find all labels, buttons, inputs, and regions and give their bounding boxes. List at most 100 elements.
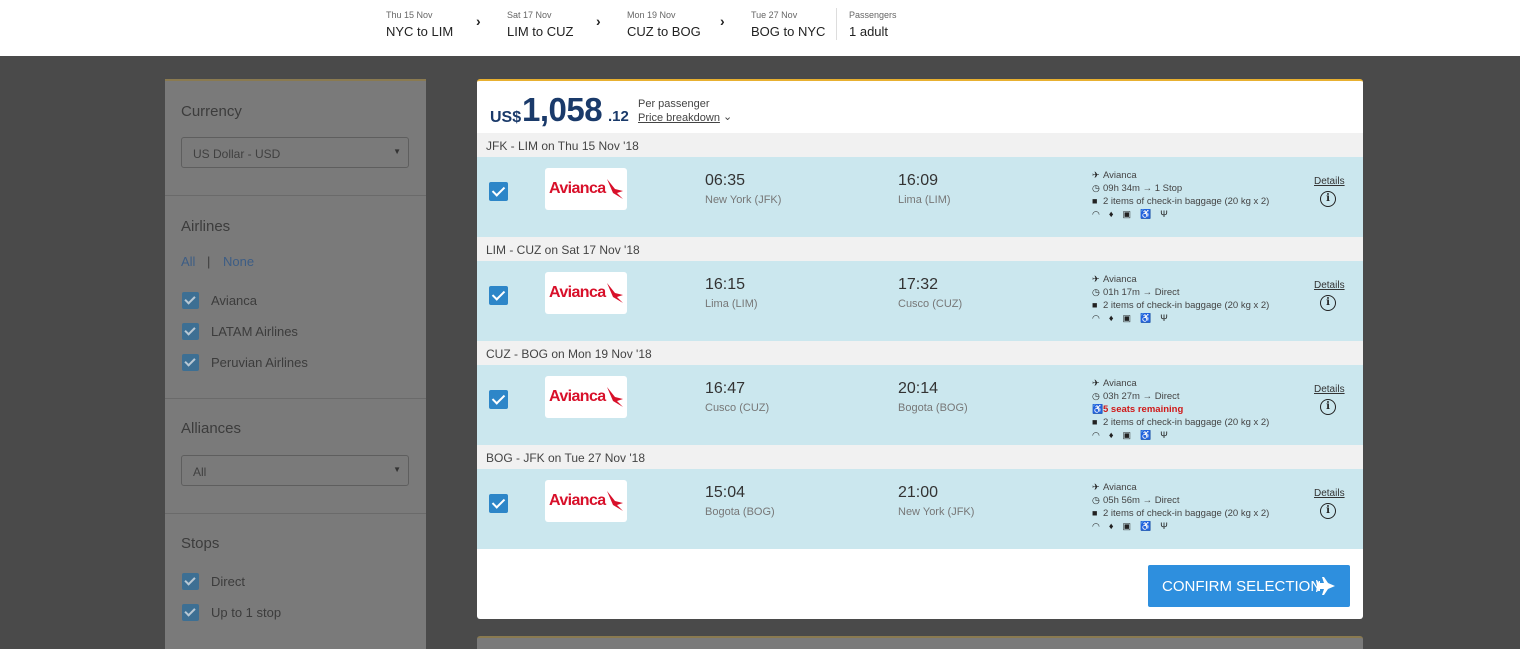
header-passengers[interactable]: Passengers 1 adult [849, 10, 897, 39]
header-leg-4[interactable]: Tue 27 Nov BOG to NYC [751, 10, 825, 39]
amenities: ◠ ♦ ▣ ♿ Ψ [1092, 429, 1269, 442]
checkbox-label: Up to 1 stop [211, 605, 282, 620]
header-leg-1[interactable]: Thu 15 Nov NYC to LIM [386, 10, 453, 39]
price-breakdown-link[interactable]: Price breakdown [638, 112, 720, 124]
details-link[interactable]: Details [1314, 488, 1345, 499]
seat-recline-icon: ♿ [1139, 209, 1152, 219]
header-leg-3[interactable]: Mon 19 Nov CUZ to BOG [627, 10, 701, 39]
plane-icon: ✈ [1092, 274, 1100, 284]
chevron-down-icon[interactable]: ⌄ [723, 110, 732, 123]
power-icon: ♦ [1108, 209, 1114, 219]
leg-heading: LIM - CUZ on Sat 17 Nov '18 [477, 237, 1363, 261]
header-leg-2[interactable]: Sat 17 Nov LIM to CUZ [507, 10, 573, 39]
info-icon[interactable]: i [1320, 399, 1336, 415]
checkbox-label: Avianca [211, 293, 258, 308]
chevron-right-icon: › [476, 13, 481, 29]
leg-heading: BOG - JFK on Tue 27 Nov '18 [477, 445, 1363, 469]
amenities: ◠ ♦ ▣ ♿ Ψ [1092, 520, 1269, 533]
checkbox-checked-icon[interactable] [182, 292, 199, 309]
currency-select[interactable]: US Dollar - USD ▼ [181, 137, 409, 168]
meal-icon: Ψ [1160, 430, 1168, 440]
airline-logo-text: Avianca [549, 492, 606, 509]
arrival-time: 16:09 [898, 172, 939, 189]
header-leg-route: NYC to LIM [386, 24, 454, 39]
info-icon[interactable]: i [1320, 295, 1336, 311]
price-cents: .12 [608, 108, 629, 125]
seat-recline-icon: ♿ [1139, 430, 1152, 440]
airlines-all-link[interactable]: All [181, 254, 195, 269]
arrival-place: Bogota (BOG) [898, 402, 968, 414]
baggage-icon: ■ [1092, 196, 1098, 206]
leg-info: ✈ Avianca ◷ 03h 27m → Direct ♿ 5 seats rema… [1092, 377, 1269, 442]
header-leg-route: BOG to NYC [751, 24, 826, 39]
baggage-info: 2 items of check-in baggage (20 kg x 2) [1103, 196, 1270, 207]
details-link[interactable]: Details [1314, 280, 1345, 291]
duration: 03h 27m → Direct [1103, 391, 1180, 402]
trip-header: Thu 15 Nov NYC to LIM › Sat 17 Nov LIM t… [0, 0, 1520, 56]
alliances-select-value: All [193, 465, 207, 479]
leg-select-checkbox[interactable] [489, 494, 508, 513]
checkbox-checked-icon[interactable] [182, 573, 199, 590]
airline-logo: Avianca [545, 480, 627, 522]
info-icon[interactable]: i [1320, 191, 1336, 207]
filter-sidebar: Currency US Dollar - USD ▼ Airlines All … [165, 79, 426, 649]
arrival-place: Lima (LIM) [898, 194, 951, 206]
confirm-selection-button[interactable]: CONFIRM SELECTION [1148, 565, 1350, 607]
airline-logo-text: Avianca [549, 388, 606, 405]
checkbox-checked-icon[interactable] [182, 604, 199, 621]
baggage-icon: ■ [1092, 508, 1098, 518]
details-link[interactable]: Details [1314, 384, 1345, 395]
details-link[interactable]: Details [1314, 176, 1345, 187]
leg-row[interactable]: Avianca 06:35 New York (JFK) 16:09 Lima … [477, 157, 1363, 237]
divider [165, 513, 426, 514]
passengers-label: Passengers [849, 10, 897, 20]
divider [165, 398, 426, 399]
chevron-right-icon: › [720, 13, 725, 29]
clock-icon: ◷ [1092, 391, 1100, 401]
leg-select-checkbox[interactable] [489, 286, 508, 305]
arrival-place: New York (JFK) [898, 506, 975, 518]
duration: 01h 17m → Direct [1103, 287, 1180, 298]
airlines-none-link[interactable]: None [223, 254, 254, 269]
checkbox-label: LATAM Airlines [211, 324, 298, 339]
leg-row[interactable]: Avianca 16:15 Lima (LIM) 17:32 Cusco (CU… [477, 261, 1363, 341]
leg-heading: CUZ - BOG on Mon 19 Nov '18 [477, 341, 1363, 365]
screen-icon: ▣ [1122, 313, 1131, 323]
carrier-name: Avianca [1103, 378, 1137, 389]
passengers-value: 1 adult [849, 24, 889, 39]
seats-remaining: 5 seats remaining [1103, 404, 1184, 415]
price-currency: US$ [490, 109, 522, 126]
wifi-icon: ◠ [1092, 521, 1100, 531]
meal-icon: Ψ [1160, 209, 1168, 219]
leg-row[interactable]: Avianca 15:04 Bogota (BOG) 21:00 New Yor… [477, 469, 1363, 549]
clock-icon: ◷ [1092, 287, 1100, 297]
seat-recline-icon: ♿ [1139, 313, 1152, 323]
power-icon: ♦ [1108, 313, 1114, 323]
clock-icon: ◷ [1092, 495, 1100, 505]
meal-icon: Ψ [1160, 313, 1168, 323]
leg-info: ✈ Avianca ◷ 09h 34m → 1 Stop ■ 2 items of c… [1092, 169, 1269, 221]
airlines-title: Airlines [181, 218, 231, 235]
price-amount: 1,058 [522, 91, 603, 128]
leg-select-checkbox[interactable] [489, 390, 508, 409]
amenities: ◠ ♦ ▣ ♿ Ψ [1092, 312, 1269, 325]
wifi-icon: ◠ [1092, 430, 1100, 440]
leg-row[interactable]: Avianca 16:47 Cusco (CUZ) 20:14 Bogota (… [477, 365, 1363, 445]
leg-select-checkbox[interactable] [489, 182, 508, 201]
info-icon[interactable]: i [1320, 503, 1336, 519]
alliances-select[interactable]: All ▼ [181, 455, 409, 486]
departure-place: Lima (LIM) [705, 298, 758, 310]
checkbox-checked-icon[interactable] [182, 354, 199, 371]
seat-icon: ♿ [1092, 404, 1104, 414]
checkbox-checked-icon[interactable] [182, 323, 199, 340]
header-leg-date: Mon 19 Nov [627, 10, 676, 20]
duration: 09h 34m → 1 Stop [1103, 183, 1183, 194]
airline-logo: Avianca [545, 376, 627, 418]
departure-place: New York (JFK) [705, 194, 782, 206]
dropdown-arrow-icon: ▼ [393, 465, 401, 474]
baggage-icon: ■ [1092, 417, 1098, 427]
departure-place: Cusco (CUZ) [705, 402, 770, 414]
next-result-card [477, 636, 1363, 649]
amenities: ◠ ♦ ▣ ♿ Ψ [1092, 208, 1269, 221]
seat-recline-icon: ♿ [1139, 521, 1152, 531]
